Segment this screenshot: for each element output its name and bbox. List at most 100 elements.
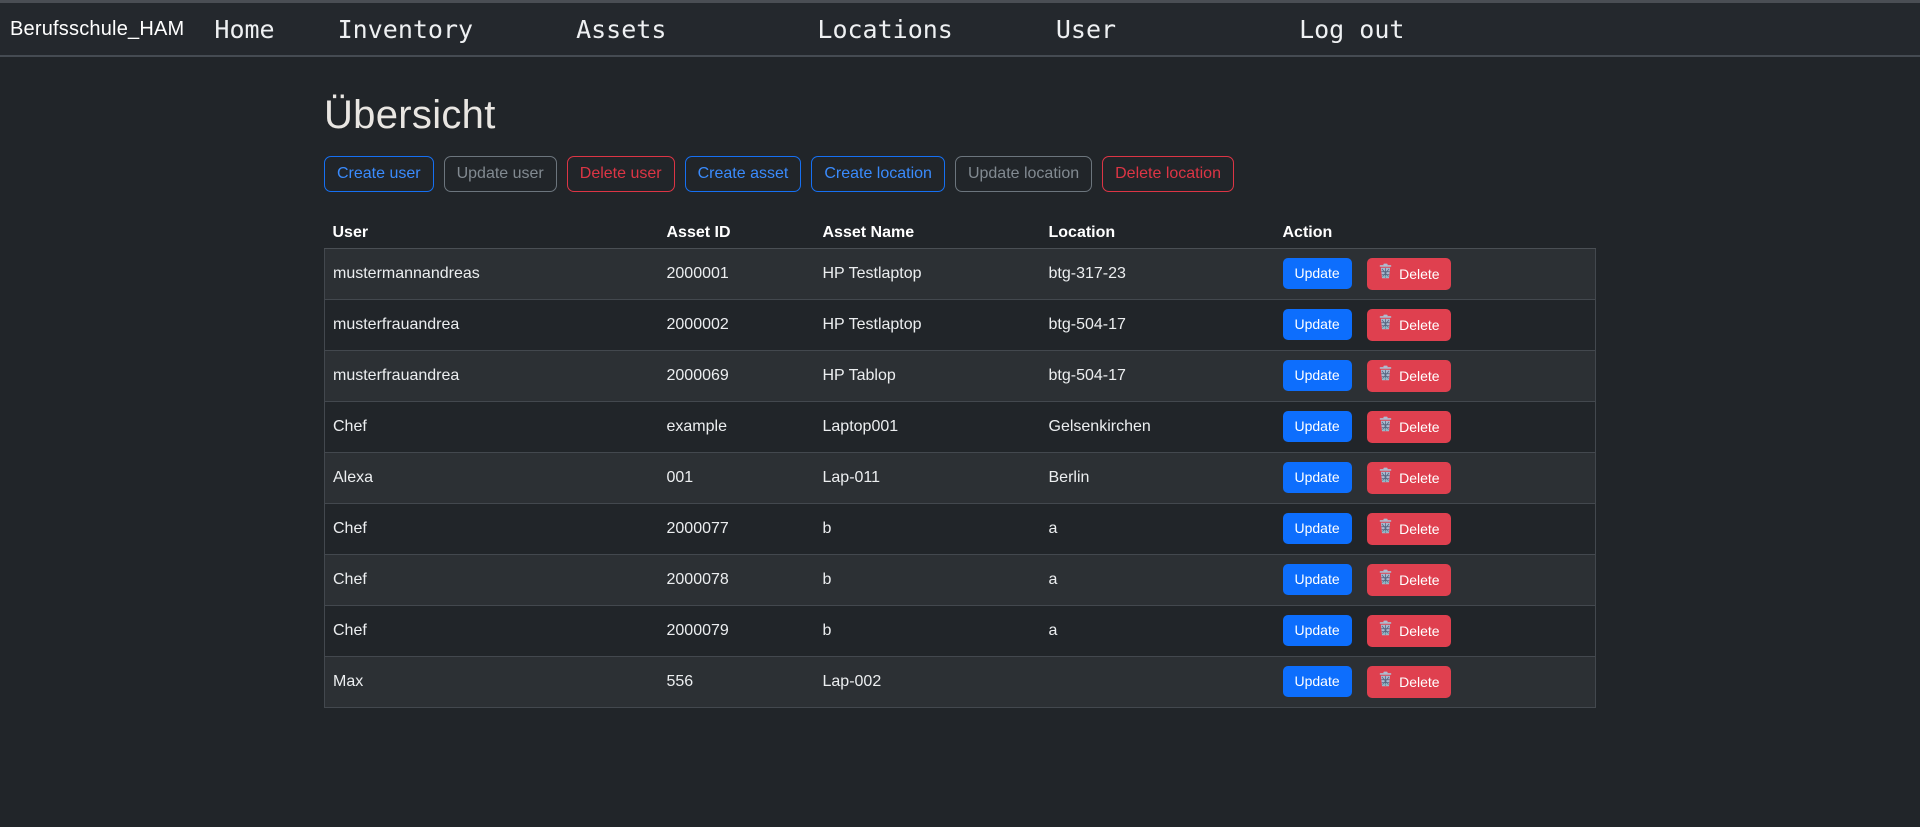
cell-location: a <box>1041 555 1275 606</box>
cell-asset-id: 2000069 <box>659 351 815 402</box>
cell-user: musterfrauandrea <box>325 351 659 402</box>
cell-asset-id: 2000001 <box>659 249 815 300</box>
cell-action: Update Delete <box>1275 249 1596 300</box>
row-update-button[interactable]: Update <box>1283 513 1352 544</box>
cell-location: a <box>1041 504 1275 555</box>
row-delete-button[interactable]: Delete <box>1367 615 1450 647</box>
nav-item-home[interactable]: Home <box>214 15 274 44</box>
cell-asset-id: example <box>659 402 815 453</box>
row-delete-button[interactable]: Delete <box>1367 411 1450 443</box>
trash-icon <box>1378 416 1393 438</box>
row-delete-label: Delete <box>1399 621 1439 642</box>
column-header-user: User <box>325 220 659 249</box>
cell-location: Gelsenkirchen <box>1041 402 1275 453</box>
trash-icon <box>1378 518 1393 540</box>
cell-asset-id: 2000077 <box>659 504 815 555</box>
trash-icon <box>1378 314 1393 336</box>
cell-user: Alexa <box>325 453 659 504</box>
row-delete-label: Delete <box>1399 672 1439 693</box>
cell-asset-id: 2000002 <box>659 300 815 351</box>
trash-icon <box>1378 365 1393 387</box>
cell-asset-id: 001 <box>659 453 815 504</box>
cell-user: Chef <box>325 555 659 606</box>
trash-icon <box>1378 620 1393 642</box>
table-row: Alexa 001 Lap-011 Berlin Update Delete <box>325 453 1596 504</box>
cell-user: Chef <box>325 504 659 555</box>
nav-item-locations[interactable]: Locations <box>817 15 952 44</box>
row-delete-label: Delete <box>1399 468 1439 489</box>
row-update-button[interactable]: Update <box>1283 309 1352 340</box>
nav-item-logout[interactable]: Log out <box>1299 15 1404 44</box>
column-header-asset-id: Asset ID <box>659 220 815 249</box>
cell-user: Chef <box>325 606 659 657</box>
cell-asset-name: b <box>815 555 1041 606</box>
nav-item-inventory[interactable]: Inventory <box>338 15 473 44</box>
table-row: mustermannandreas 2000001 HP Testlaptop … <box>325 249 1596 300</box>
cell-action: Update Delete <box>1275 606 1596 657</box>
cell-location: Berlin <box>1041 453 1275 504</box>
table-header: User Asset ID Asset Name Location Action <box>325 220 1596 249</box>
row-delete-button[interactable]: Delete <box>1367 564 1450 596</box>
table-row: Chef 2000077 b a Update Delete <box>325 504 1596 555</box>
row-update-button[interactable]: Update <box>1283 462 1352 493</box>
row-delete-button[interactable]: Delete <box>1367 513 1450 545</box>
trash-icon <box>1378 467 1393 489</box>
navbar-brand[interactable]: Berufsschule_HAM <box>10 18 184 41</box>
nav-item-user[interactable]: User <box>1056 15 1116 44</box>
cell-action: Update Delete <box>1275 657 1596 708</box>
update-user-button[interactable]: Update user <box>444 156 557 192</box>
cell-asset-id: 2000079 <box>659 606 815 657</box>
cell-asset-name: b <box>815 504 1041 555</box>
cell-action: Update Delete <box>1275 504 1596 555</box>
row-delete-label: Delete <box>1399 519 1439 540</box>
cell-asset-id: 556 <box>659 657 815 708</box>
page-title: Übersicht <box>324 93 1596 138</box>
cell-asset-name: b <box>815 606 1041 657</box>
column-header-action: Action <box>1275 220 1596 249</box>
row-delete-button[interactable]: Delete <box>1367 309 1450 341</box>
row-delete-button[interactable]: Delete <box>1367 360 1450 392</box>
column-header-asset-name: Asset Name <box>815 220 1041 249</box>
row-update-button[interactable]: Update <box>1283 615 1352 646</box>
cell-action: Update Delete <box>1275 402 1596 453</box>
cell-asset-name: Laptop001 <box>815 402 1041 453</box>
cell-user: mustermannandreas <box>325 249 659 300</box>
row-delete-button[interactable]: Delete <box>1367 462 1450 494</box>
cell-asset-name: HP Testlaptop <box>815 300 1041 351</box>
row-update-button[interactable]: Update <box>1283 564 1352 595</box>
row-delete-button[interactable]: Delete <box>1367 666 1450 698</box>
main-content: Übersicht Create user Update user Delete… <box>324 93 1596 708</box>
row-delete-button[interactable]: Delete <box>1367 258 1450 290</box>
create-location-button[interactable]: Create location <box>811 156 945 192</box>
nav-item-assets[interactable]: Assets <box>576 15 666 44</box>
delete-location-button[interactable]: Delete location <box>1102 156 1234 192</box>
cell-user: Max <box>325 657 659 708</box>
table-row: musterfrauandrea 2000002 HP Testlaptop b… <box>325 300 1596 351</box>
trash-icon <box>1378 671 1393 693</box>
assets-table: User Asset ID Asset Name Location Action… <box>324 220 1596 708</box>
row-update-button[interactable]: Update <box>1283 666 1352 697</box>
table-row: Chef example Laptop001 Gelsenkirchen Upd… <box>325 402 1596 453</box>
cell-action: Update Delete <box>1275 351 1596 402</box>
cell-action: Update Delete <box>1275 453 1596 504</box>
row-update-button[interactable]: Update <box>1283 411 1352 442</box>
table-body: mustermannandreas 2000001 HP Testlaptop … <box>325 249 1596 708</box>
cell-user: Chef <box>325 402 659 453</box>
row-delete-label: Delete <box>1399 264 1439 285</box>
row-update-button[interactable]: Update <box>1283 360 1352 391</box>
table-row: Chef 2000078 b a Update Delete <box>325 555 1596 606</box>
delete-user-button[interactable]: Delete user <box>567 156 675 192</box>
update-location-button[interactable]: Update location <box>955 156 1092 192</box>
nav-links: Home Inventory Assets Locations User Log… <box>184 15 1404 44</box>
cell-asset-name: Lap-011 <box>815 453 1041 504</box>
toolbar: Create user Update user Delete user Crea… <box>324 156 1596 192</box>
cell-location: btg-504-17 <box>1041 351 1275 402</box>
trash-icon <box>1378 263 1393 285</box>
create-asset-button[interactable]: Create asset <box>685 156 802 192</box>
cell-asset-name: HP Tablop <box>815 351 1041 402</box>
cell-asset-name: Lap-002 <box>815 657 1041 708</box>
row-delete-label: Delete <box>1399 366 1439 387</box>
cell-action: Update Delete <box>1275 555 1596 606</box>
create-user-button[interactable]: Create user <box>324 156 434 192</box>
row-update-button[interactable]: Update <box>1283 258 1352 289</box>
